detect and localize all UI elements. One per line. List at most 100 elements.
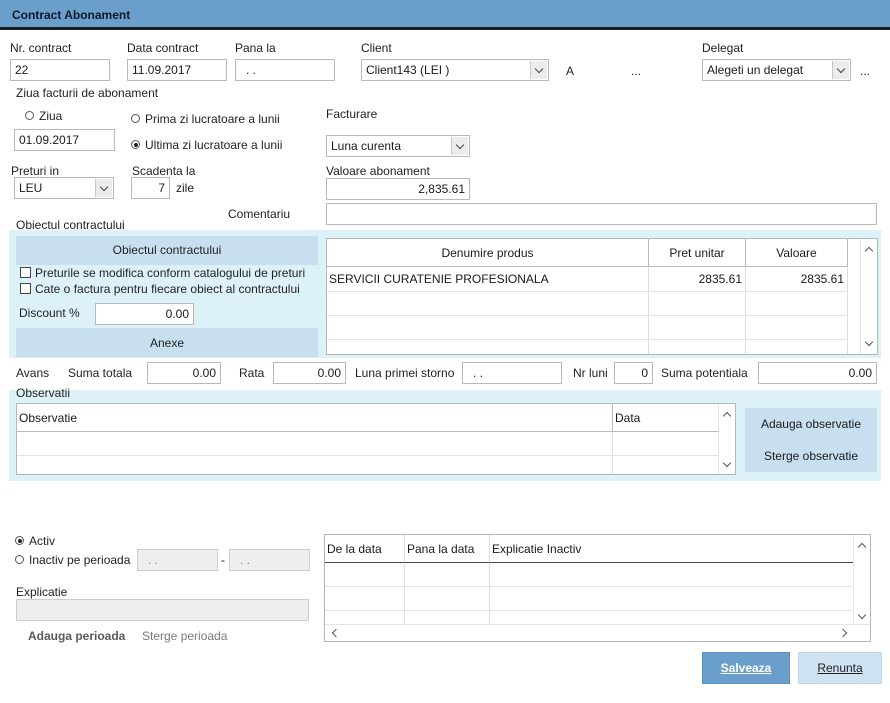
- comentariu-input[interactable]: [326, 203, 877, 225]
- ziua-date-input[interactable]: 01.09.2017: [14, 129, 115, 151]
- invoice-per-object-label: Cate o factura pentru fiecare obiect al …: [35, 282, 300, 296]
- grid-row-divider: [325, 610, 854, 611]
- grid-divider: [489, 563, 490, 625]
- discount-label: Discount %: [19, 306, 80, 320]
- chevron-right-icon[interactable]: [838, 628, 848, 638]
- currency-select-value: LEU: [19, 181, 43, 195]
- chevron-down-icon[interactable]: [722, 458, 732, 468]
- activ-label: Activ: [29, 534, 56, 548]
- scadenta-unit: zile: [176, 181, 195, 195]
- product-name-cell[interactable]: SERVICII CURATENIE PROFESIONALA: [329, 272, 549, 286]
- chevron-down-icon[interactable]: [864, 337, 874, 347]
- product-value-cell[interactable]: 2835.61: [746, 272, 844, 286]
- pana-la-input[interactable]: . .: [235, 59, 335, 81]
- delete-period-button[interactable]: Sterge perioada: [142, 629, 227, 643]
- preturi-label: Preturi in: [11, 164, 60, 178]
- title-bar: Contract Abonament: [0, 0, 890, 30]
- chevron-up-icon[interactable]: [864, 246, 874, 256]
- product-price-cell[interactable]: 2835.61: [649, 272, 742, 286]
- facturare-select-value: Luna curenta: [331, 139, 402, 153]
- chevron-down-icon[interactable]: [95, 179, 112, 197]
- periods-hscrollbar[interactable]: [325, 624, 870, 641]
- grid-row-divider: [327, 291, 848, 292]
- last-workday-radio[interactable]: [131, 140, 140, 149]
- period-separator: -: [221, 553, 225, 567]
- inactiv-from-input[interactable]: . .: [137, 549, 218, 571]
- add-observatie-button[interactable]: Adauga observatie: [745, 417, 877, 431]
- delegat-more-button[interactable]: ...: [860, 64, 870, 78]
- inactive-periods-grid[interactable]: De la data Pana la data Explicatie Inact…: [324, 534, 871, 642]
- rata-input[interactable]: 0.00: [273, 362, 346, 384]
- valoare-abonament-input[interactable]: 2,835.61: [326, 178, 470, 200]
- last-workday-label: Ultima zi lucratoare a lunii: [145, 138, 283, 152]
- facturare-label: Facturare: [326, 107, 378, 121]
- facturare-select[interactable]: Luna curenta: [326, 135, 470, 157]
- object-contract-button[interactable]: Obiectul contractului: [16, 236, 318, 265]
- pana-la-label: Pana la: [235, 41, 276, 55]
- col-observatie[interactable]: Observatie: [17, 404, 613, 432]
- chevron-down-icon[interactable]: [832, 61, 849, 79]
- first-workday-radio[interactable]: [131, 114, 140, 123]
- client-currency-marker: A: [566, 64, 575, 78]
- grid-divider: [404, 563, 405, 625]
- scadenta-label: Scadenta la: [132, 164, 196, 178]
- suma-potentiala-input[interactable]: 0.00: [758, 362, 877, 384]
- inactiv-radio[interactable]: [15, 555, 24, 564]
- nr-contract-label: Nr. contract: [10, 41, 72, 55]
- grid-row-divider: [327, 315, 848, 316]
- grid-row-divider: [17, 455, 719, 456]
- activ-radio[interactable]: [15, 536, 24, 545]
- anexe-button[interactable]: Anexe: [16, 328, 318, 357]
- avans-label: Avans: [16, 366, 50, 380]
- client-more-button[interactable]: ...: [631, 64, 641, 78]
- col-de-la-data[interactable]: De la data: [325, 535, 405, 563]
- observatii-grid[interactable]: Observatie Data: [16, 403, 736, 475]
- observatii-label: Observatii: [16, 386, 71, 400]
- products-grid[interactable]: Denumire produs Pret unitar Valoare SERV…: [326, 238, 878, 355]
- periods-vscrollbar[interactable]: [853, 535, 870, 624]
- first-workday-label: Prima zi lucratoare a lunii: [145, 112, 280, 126]
- valoare-label: Valoare abonament: [326, 164, 430, 178]
- discount-input[interactable]: 0.00: [95, 303, 194, 325]
- col-data[interactable]: Data: [613, 404, 719, 432]
- col-valoare[interactable]: Valoare: [746, 239, 848, 267]
- delegat-select[interactable]: Alegeti un delegat: [702, 59, 851, 81]
- scadenta-input[interactable]: 7: [131, 177, 170, 199]
- ziua-radio-label: Ziua: [39, 109, 63, 123]
- add-period-button[interactable]: Adauga perioada: [28, 629, 125, 643]
- observatii-scrollbar[interactable]: [718, 404, 735, 474]
- client-select[interactable]: Client143 (LEI ): [361, 59, 549, 81]
- chevron-down-icon[interactable]: [530, 61, 547, 79]
- chevron-up-icon[interactable]: [857, 542, 867, 552]
- luna-storno-label: Luna primei storno: [355, 366, 455, 380]
- grid-row-divider: [325, 586, 854, 587]
- currency-select[interactable]: LEU: [14, 177, 114, 199]
- explicatie-input[interactable]: [16, 599, 309, 621]
- chevron-down-icon[interactable]: [451, 137, 468, 155]
- save-button-label: Salveaza: [720, 661, 772, 675]
- nr-luni-label: Nr luni: [573, 366, 608, 380]
- suma-potentiala-label: Suma potentiala: [661, 366, 748, 380]
- save-button[interactable]: Salveaza: [702, 652, 790, 684]
- luna-storno-input[interactable]: . .: [462, 362, 562, 384]
- grid-row-divider: [327, 339, 848, 340]
- nr-luni-input[interactable]: 0: [614, 362, 653, 384]
- nr-contract-input[interactable]: 22: [10, 59, 110, 81]
- data-contract-input[interactable]: 11.09.2017: [127, 59, 227, 81]
- chevron-down-icon[interactable]: [857, 610, 867, 620]
- chevron-up-icon[interactable]: [722, 411, 732, 421]
- delete-observatie-button[interactable]: Sterge observatie: [745, 449, 877, 463]
- chevron-left-icon[interactable]: [331, 628, 341, 638]
- products-scrollbar[interactable]: [860, 239, 877, 354]
- explicatie-label: Explicatie: [16, 585, 68, 599]
- inactiv-to-input[interactable]: . .: [229, 549, 310, 571]
- col-explicatie-inactiv[interactable]: Explicatie Inactiv: [490, 535, 854, 563]
- invoice-per-object-checkbox[interactable]: [20, 283, 31, 294]
- col-pret-unitar[interactable]: Pret unitar: [649, 239, 746, 267]
- prices-catalog-checkbox[interactable]: [20, 267, 31, 278]
- col-pana-la-data[interactable]: Pana la data: [405, 535, 490, 563]
- col-denumire-produs[interactable]: Denumire produs: [327, 239, 649, 267]
- ziua-radio[interactable]: [25, 111, 34, 120]
- cancel-button[interactable]: Renunta: [798, 652, 882, 684]
- suma-totala-input[interactable]: 0.00: [147, 362, 221, 384]
